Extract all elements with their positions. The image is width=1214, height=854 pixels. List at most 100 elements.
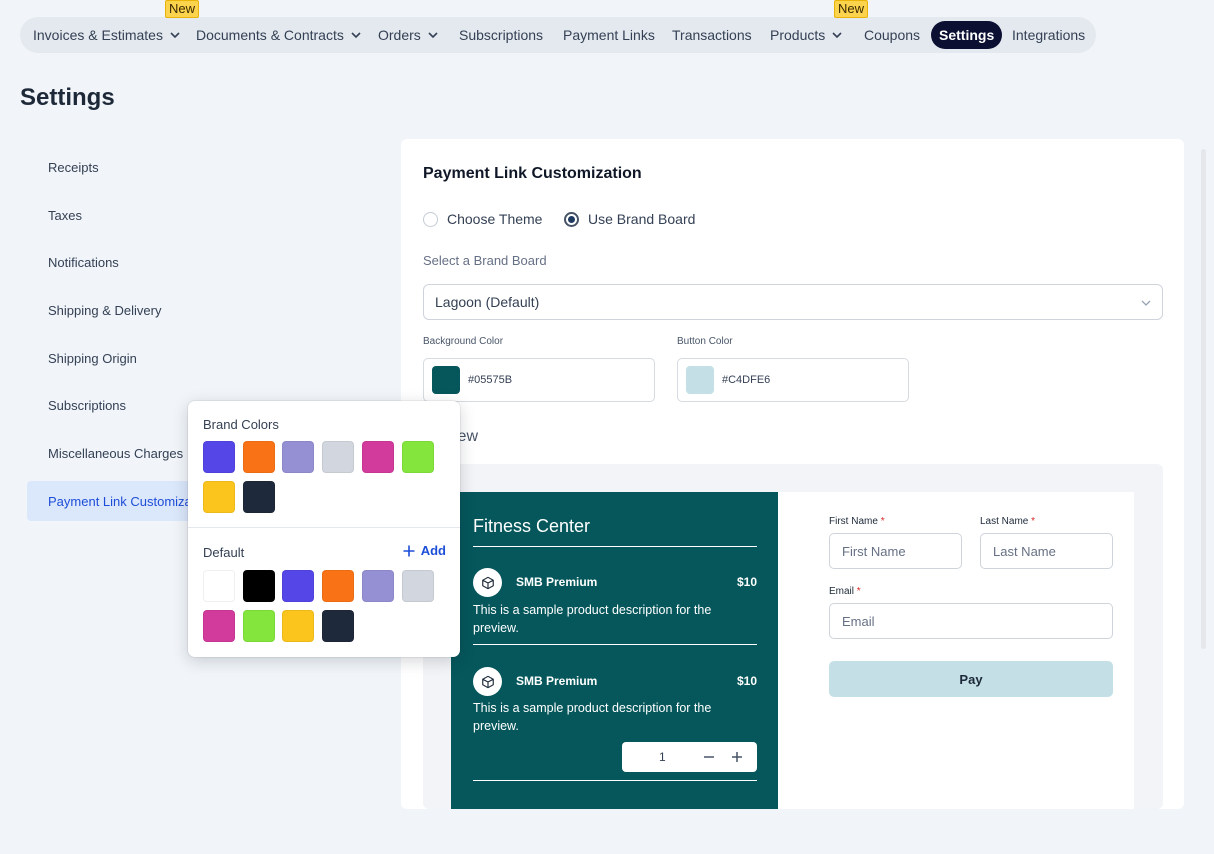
radio-choose-theme[interactable]: Choose Theme xyxy=(423,211,542,227)
color-swatch[interactable] xyxy=(203,570,235,602)
minus-icon[interactable] xyxy=(703,751,715,763)
brand-board-value: Lagoon (Default) xyxy=(435,294,540,310)
chevron-down-icon xyxy=(832,32,842,39)
sidebar-item-label: Shipping & Delivery xyxy=(48,302,162,318)
nav-orders[interactable]: Orders xyxy=(378,17,439,53)
required-mark: * xyxy=(1031,516,1036,527)
nav-invoices-estimates[interactable]: Invoices & Estimates xyxy=(33,17,181,53)
nav-integrations[interactable]: Integrations xyxy=(1012,17,1085,53)
product-price: $10 xyxy=(736,575,757,589)
button-color-field[interactable]: #C4DFE6 xyxy=(677,358,909,402)
radio-use-brand-board[interactable]: Use Brand Board xyxy=(564,211,695,227)
preview-area: Fitness Center SMB Premium $10 This is a… xyxy=(423,464,1163,809)
email-input[interactable]: Email xyxy=(829,603,1113,639)
quantity-stepper: 1 xyxy=(622,742,757,772)
color-swatch[interactable] xyxy=(242,610,275,642)
page-title: Settings xyxy=(20,84,115,111)
color-swatch[interactable] xyxy=(242,441,275,473)
product-name: SMB Premium xyxy=(516,674,598,688)
chevron-down-icon xyxy=(428,32,438,39)
scrollbar-thumb[interactable] xyxy=(1201,149,1206,649)
product-name: SMB Premium xyxy=(516,575,598,589)
color-picker-popover: Brand Colors Default Add xyxy=(188,401,460,657)
sidebar-item-notifications[interactable]: Notifications xyxy=(27,242,392,282)
add-color-label: Add xyxy=(420,543,446,558)
button-color-label: Button Color xyxy=(677,336,733,347)
chevron-down-icon xyxy=(351,32,361,39)
color-swatch[interactable] xyxy=(282,610,315,642)
preview-product-panel: Fitness Center SMB Premium $10 This is a… xyxy=(451,492,778,809)
sidebar-item-label: Miscellaneous Charges xyxy=(48,445,184,461)
last-name-input[interactable]: Last Name xyxy=(980,533,1113,569)
default-colors-title: Default xyxy=(203,545,245,560)
scrollbar[interactable] xyxy=(1199,139,1208,809)
nav-label: Coupons xyxy=(864,27,921,43)
nav-label: Integrations xyxy=(1012,27,1086,43)
button-color-swatch[interactable] xyxy=(686,366,714,394)
radio-label: Use Brand Board xyxy=(588,211,696,227)
background-color-swatch[interactable] xyxy=(432,366,460,394)
nav-products[interactable]: Products xyxy=(770,17,843,53)
email-label: Email * xyxy=(829,586,861,597)
divider xyxy=(188,527,460,528)
nav-transactions[interactable]: Transactions xyxy=(672,17,752,53)
sidebar-item-shipping-delivery[interactable]: Shipping & Delivery xyxy=(27,290,392,330)
nav-documents-contracts[interactable]: Documents & Contracts xyxy=(196,17,362,53)
radio-label: Choose Theme xyxy=(447,211,543,227)
required-mark: * xyxy=(880,516,885,527)
new-badge: New xyxy=(834,0,869,18)
brand-colors-title: Brand Colors xyxy=(203,417,279,432)
sidebar-item-receipts[interactable]: Receipts xyxy=(27,147,392,187)
first-name-input[interactable]: First Name xyxy=(829,533,962,569)
color-swatch[interactable] xyxy=(203,441,235,473)
sidebar-item-shipping-origin[interactable]: Shipping Origin xyxy=(27,338,392,378)
nav-coupons[interactable]: Coupons xyxy=(864,17,920,53)
preview-checkout-form: First Name * First Name Last Name * Last… xyxy=(778,492,1134,809)
product-description: This is a sample product description for… xyxy=(473,603,712,635)
sidebar-item-label: Taxes xyxy=(48,207,82,223)
divider xyxy=(473,644,757,645)
color-swatch[interactable] xyxy=(203,481,235,513)
last-name-label: Last Name * xyxy=(980,516,1035,527)
color-swatch[interactable] xyxy=(282,441,315,473)
divider xyxy=(473,546,757,547)
first-name-label-text: First Name xyxy=(829,516,878,527)
pay-button[interactable]: Pay xyxy=(829,661,1113,697)
quantity-value: 1 xyxy=(659,750,666,764)
card-title: Payment Link Customization xyxy=(423,165,642,182)
radio-circle-selected xyxy=(564,211,579,227)
nav-label: Transactions xyxy=(672,27,752,43)
brand-board-select[interactable]: Lagoon (Default) xyxy=(423,284,1163,320)
color-swatch[interactable] xyxy=(203,610,235,642)
nav-payment-links[interactable]: Payment Links xyxy=(563,17,655,53)
nav-label: Settings xyxy=(939,27,995,43)
add-color-button[interactable]: Add xyxy=(403,543,446,558)
nav-subscriptions[interactable]: Subscriptions xyxy=(459,17,543,53)
color-swatch[interactable] xyxy=(401,570,434,602)
nav-label: Invoices & Estimates xyxy=(33,27,163,43)
plus-icon[interactable] xyxy=(731,751,743,763)
sidebar-item-label: Notifications xyxy=(48,254,119,270)
color-swatch[interactable] xyxy=(322,570,355,602)
color-swatch[interactable] xyxy=(242,570,275,602)
sidebar-item-label: Payment Link Customizat xyxy=(48,493,196,509)
color-swatch[interactable] xyxy=(361,441,394,473)
product-description: This is a sample product description for… xyxy=(473,701,712,733)
nav-label: Payment Links xyxy=(563,27,655,43)
sidebar-item-taxes[interactable]: Taxes xyxy=(27,195,392,235)
nav-label: Products xyxy=(770,27,826,43)
color-swatch[interactable] xyxy=(322,441,355,473)
product-box-icon xyxy=(473,568,502,597)
color-swatch[interactable] xyxy=(401,441,434,473)
background-color-field[interactable]: #05575B xyxy=(423,358,655,402)
background-color-value: #05575B xyxy=(468,374,513,386)
color-swatch[interactable] xyxy=(322,610,355,642)
color-swatch[interactable] xyxy=(242,481,275,513)
product-price: $10 xyxy=(736,674,757,688)
color-swatch[interactable] xyxy=(282,570,315,602)
divider xyxy=(473,780,757,781)
last-name-label-text: Last Name xyxy=(980,516,1029,527)
nav-settings[interactable]: Settings xyxy=(931,21,1003,49)
color-swatch[interactable] xyxy=(361,570,394,602)
sidebar-item-label: Subscriptions xyxy=(48,397,127,413)
